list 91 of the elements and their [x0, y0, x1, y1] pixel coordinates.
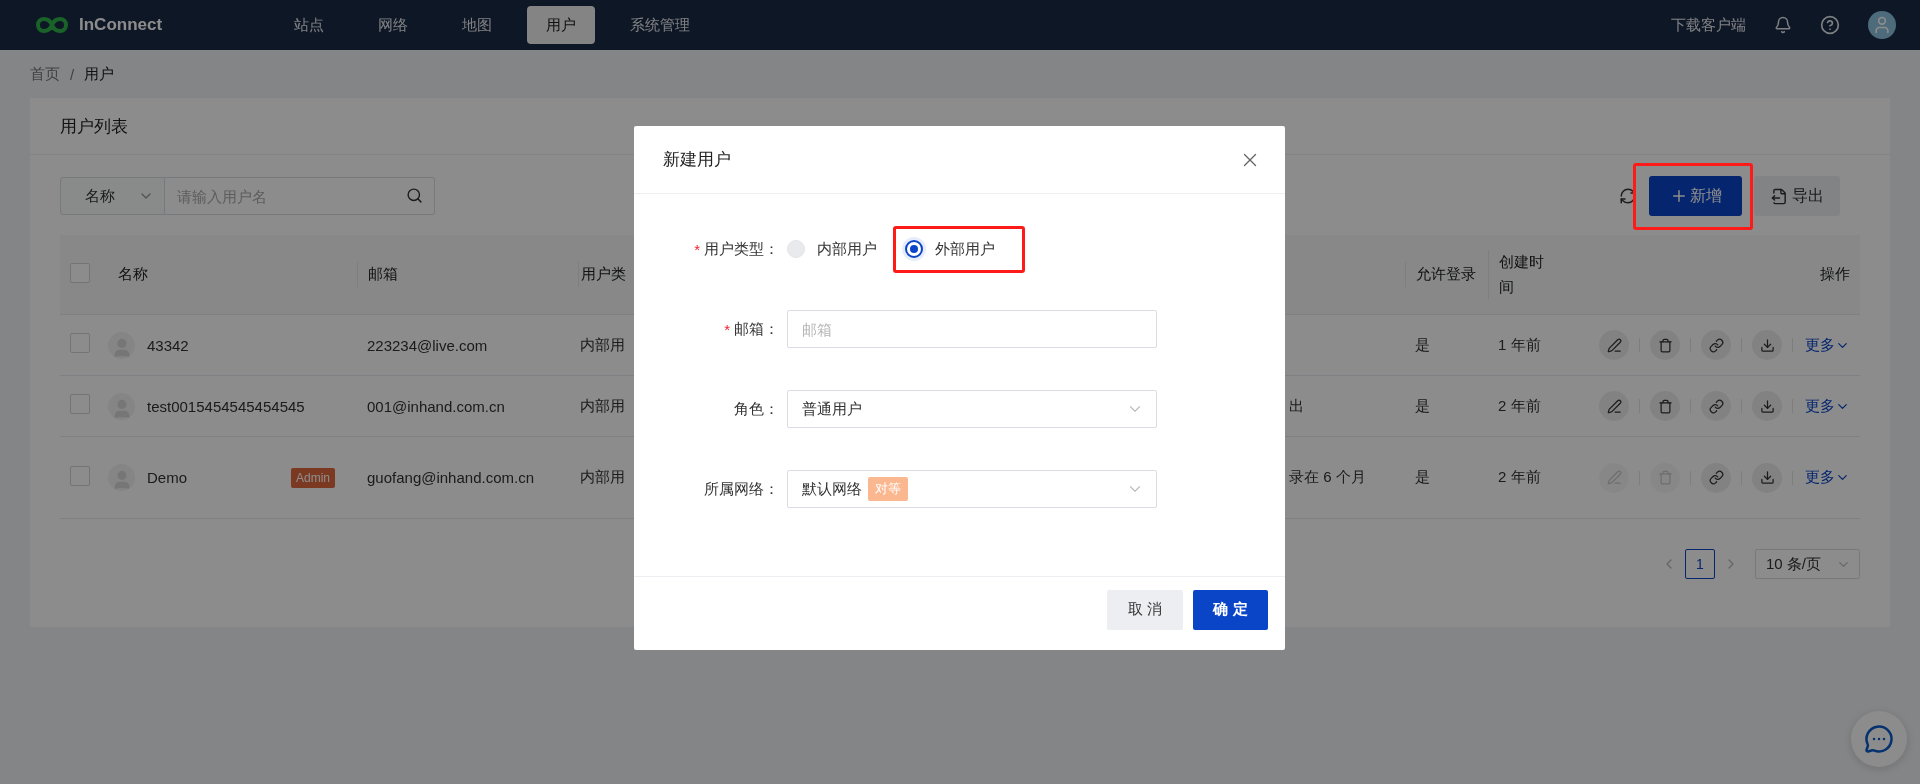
email-cell-text: 223234@live.com [366, 336, 489, 354]
link-icon [1708, 337, 1724, 353]
field-label: 邮箱： [734, 319, 779, 339]
delete-button[interactable] [1650, 330, 1680, 360]
created-cell-text: 2 年前 [1497, 396, 1542, 416]
table-cell-text: 录在 6 个月 [1288, 468, 1367, 487]
chat-button[interactable] [1851, 711, 1907, 767]
required-mark: * [724, 320, 730, 338]
column-header: 允许登录 [1405, 262, 1488, 287]
user-name: Demo [147, 469, 187, 486]
card-title: 用户列表 [60, 115, 128, 138]
column-header: 操作 [1819, 264, 1851, 285]
select-all-checkbox[interactable] [70, 262, 90, 283]
field-label: 角色： [734, 399, 779, 419]
delete-button[interactable] [1650, 391, 1680, 421]
column-header: 创建时间 [1488, 249, 1565, 300]
row-checkbox[interactable] [70, 394, 90, 414]
column-header: 邮箱 [357, 262, 578, 287]
trash-icon [1657, 398, 1673, 414]
email-field[interactable]: 邮箱 [787, 310, 1157, 348]
download-icon [1759, 398, 1775, 414]
column-header: 名称 [117, 264, 149, 285]
page-size-select[interactable]: 10 条/页 [1755, 549, 1860, 579]
link-button[interactable] [1701, 391, 1731, 421]
export-icon [1770, 187, 1788, 205]
role-badge: Admin [291, 467, 335, 488]
table-cell-text: 出 [1288, 396, 1305, 416]
nav-tab[interactable]: 系统管理 [611, 6, 709, 44]
trash-icon [1657, 337, 1673, 353]
type-cell-text: 内部用 [579, 396, 626, 416]
pencil-icon [1606, 337, 1622, 353]
email-cell-text: 001@inhand.com.cn [366, 397, 506, 415]
breadcrumb-link[interactable]: 首页 [30, 64, 60, 84]
chat-bubble-icon [1864, 724, 1894, 754]
breadcrumb-separator: / [70, 65, 75, 83]
type-cell-text: 内部用 [579, 335, 626, 355]
nav-tab[interactable]: 网络 [359, 6, 427, 44]
row-checkbox[interactable] [70, 465, 90, 486]
type-cell-text: 内部用 [579, 468, 626, 487]
download-icon [1759, 470, 1775, 485]
more-link[interactable]: 更多 [1805, 335, 1850, 355]
allow-login-cell-text: 是 [1414, 335, 1431, 355]
logo-icon [35, 15, 69, 35]
download-button[interactable] [1752, 462, 1782, 493]
created-cell-text: 1 年前 [1497, 335, 1542, 355]
nav-tab[interactable]: 用户 [527, 6, 595, 44]
network-tag: 对等 [868, 477, 908, 501]
select-field[interactable]: 普通用户 [787, 390, 1157, 428]
user-avatar[interactable] [1868, 11, 1896, 39]
pencil-icon [1606, 470, 1622, 485]
email-cell-text: guofang@inhand.com.cn [366, 469, 535, 486]
required-mark: * [694, 240, 700, 258]
user-name: 43342 [147, 336, 189, 354]
link-icon [1708, 470, 1724, 485]
nav-tab[interactable]: 站点 [275, 6, 343, 44]
dialog-title: 新建用户 [663, 149, 731, 171]
nav-tab[interactable]: 地图 [443, 6, 511, 44]
allow-login-cell-text: 是 [1414, 396, 1431, 416]
more-link[interactable]: 更多 [1805, 468, 1850, 487]
radio-option[interactable]: 外部用户 [905, 239, 995, 259]
link-button[interactable] [1701, 462, 1731, 493]
created-cell-text: 2 年前 [1497, 468, 1542, 487]
link-icon [1708, 398, 1724, 414]
trash-icon [1657, 470, 1673, 485]
download-button[interactable] [1752, 391, 1782, 421]
page-button[interactable]: 1 [1685, 549, 1715, 579]
breadcrumb-current: 用户 [84, 64, 115, 84]
pencil-icon [1606, 398, 1622, 414]
edit-button[interactable] [1599, 391, 1629, 421]
logo-text: InConnect [79, 15, 163, 35]
filter-select[interactable]: 名称 [60, 177, 165, 215]
bell-icon[interactable] [1774, 16, 1792, 34]
edit-button[interactable] [1599, 330, 1629, 360]
ok-button[interactable]: 确 定 [1193, 589, 1268, 630]
field-label: 所属网络： [704, 479, 779, 499]
user-name: test0015454545454545 [147, 397, 305, 415]
more-link[interactable]: 更多 [1805, 396, 1850, 416]
field-label: 用户类型： [704, 239, 779, 259]
select-field[interactable]: 默认网络 对等 [787, 470, 1157, 508]
allow-login-cell-text: 是 [1414, 468, 1431, 487]
radio-option[interactable]: 内部用户 [787, 239, 877, 259]
row-checkbox[interactable] [70, 333, 90, 353]
export-button[interactable]: 导出 [1754, 176, 1840, 216]
link-button[interactable] [1701, 330, 1731, 360]
download-button[interactable] [1752, 330, 1782, 360]
download-link[interactable]: 下载客户端 [1671, 15, 1746, 35]
download-icon [1759, 337, 1775, 353]
cancel-button[interactable]: 取 消 [1107, 589, 1183, 630]
search-icon[interactable] [406, 187, 423, 204]
help-icon[interactable] [1820, 15, 1840, 35]
add-button[interactable]: 新增 [1649, 176, 1742, 216]
